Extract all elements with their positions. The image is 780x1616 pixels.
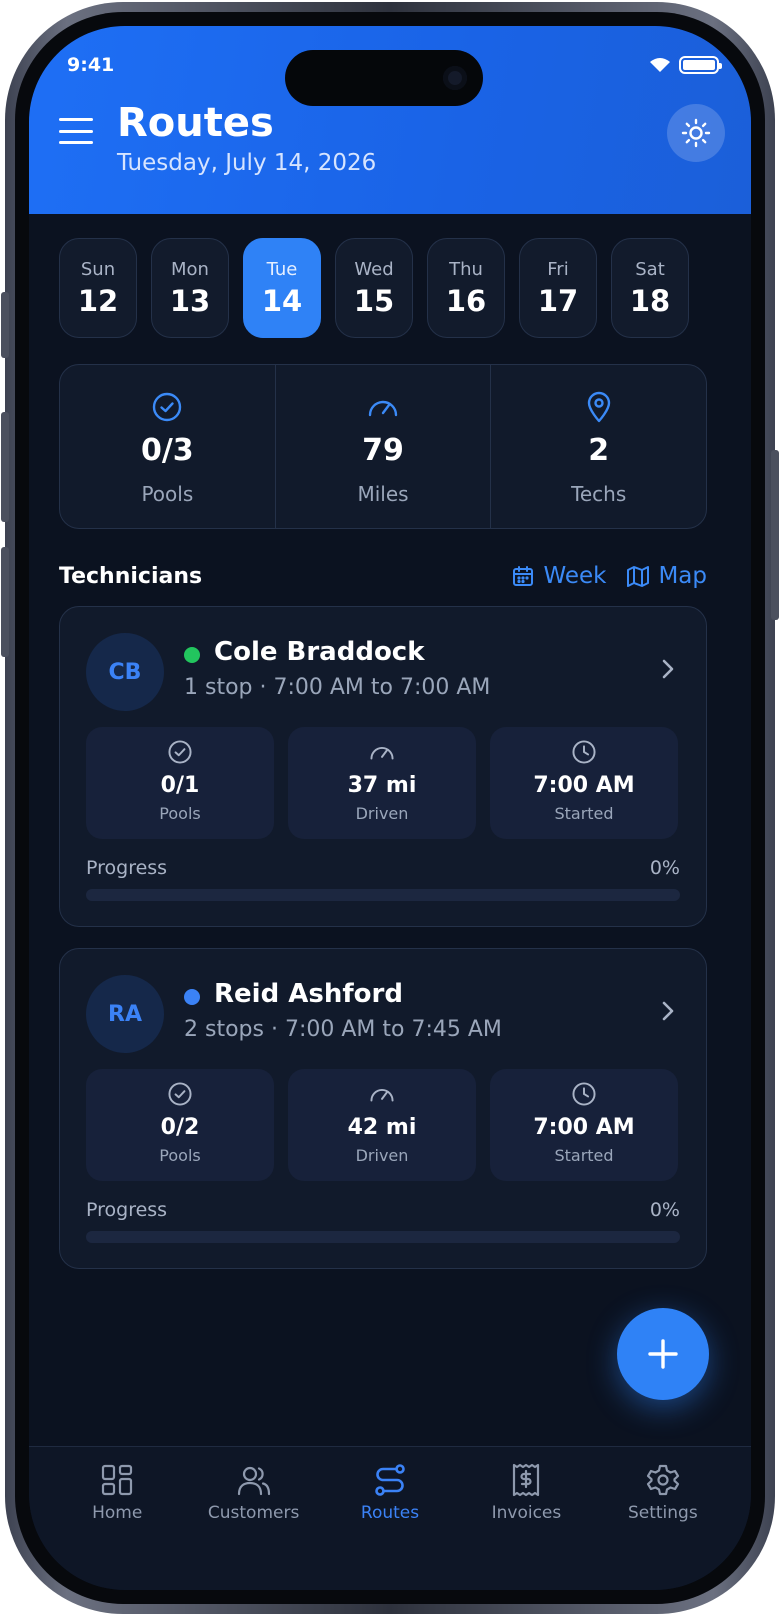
status-dot: [184, 989, 200, 1005]
week-link[interactable]: Week: [511, 563, 606, 589]
metric-pools: 0/1 Pools: [86, 727, 274, 839]
chevron-right-icon: [662, 1001, 674, 1021]
technician-name: Cole Braddock: [214, 637, 425, 667]
map-icon: [627, 566, 650, 587]
progress-percent: 0%: [649, 857, 680, 879]
plus-icon: [648, 1339, 678, 1369]
gauge-icon: [370, 747, 394, 760]
users-icon: [237, 1466, 270, 1496]
power-button: [771, 450, 779, 620]
wifi-icon: [650, 58, 670, 72]
gauge-icon: [370, 1089, 394, 1102]
status-icons: [649, 56, 722, 74]
tab-customers[interactable]: Customers: [185, 1447, 321, 1590]
theme-toggle-button[interactable]: [667, 104, 725, 162]
stat-techs: 2 Techs: [490, 365, 706, 528]
technician-card[interactable]: RA Reid Ashford 2 stops · 7:00 AM to 7:4…: [59, 948, 707, 1269]
progress-bar: [86, 889, 680, 901]
grid-icon: [102, 1464, 133, 1496]
week-day-selector: Sun 12 Mon 13 Tue 14 Wed 15 Thu 16 Fri 17 Sat 1…: [59, 238, 689, 338]
technician-schedule: 2 stops · 7:00 AM to 7:45 AM: [184, 1017, 502, 1042]
battery-icon: [679, 56, 722, 74]
stat-pools: 0/3 Pools: [60, 365, 275, 528]
stat-miles: 79 Miles: [274, 365, 491, 528]
tab-invoices[interactable]: Invoices: [458, 1447, 594, 1590]
menu-button[interactable]: [59, 118, 93, 144]
map-link[interactable]: Map: [626, 563, 707, 589]
progress-percent: 0%: [649, 1199, 680, 1221]
status-dot: [184, 647, 200, 663]
metric-pools: 0/2 Pools: [86, 1069, 274, 1181]
technicians-section-header: Technicians Week Map: [59, 561, 707, 591]
day-wed[interactable]: Wed 15: [335, 238, 413, 338]
avatar: CB: [86, 633, 164, 711]
metric-driven: 37 mi Driven: [288, 727, 476, 839]
tab-settings[interactable]: Settings: [595, 1447, 731, 1590]
page-title: Routes: [117, 100, 274, 146]
progress-label: Progress: [86, 857, 168, 879]
check-circle-icon: [153, 392, 182, 422]
metric-driven: 42 mi Driven: [288, 1069, 476, 1181]
avatar: RA: [86, 975, 164, 1053]
tab-home[interactable]: Home: [49, 1447, 185, 1590]
day-mon[interactable]: Mon 13: [151, 238, 229, 338]
metric-started: 7:00 AM Started: [490, 727, 678, 839]
technician-schedule: 1 stop · 7:00 AM to 7:00 AM: [184, 675, 491, 700]
screen: 9:41 Routes Tuesday, July 14, 2026 Sun 1…: [29, 26, 751, 1590]
sun-icon: [681, 118, 711, 148]
section-title: Technicians: [59, 563, 203, 589]
volume-up-button: [1, 412, 9, 522]
day-fri[interactable]: Fri 17: [519, 238, 597, 338]
add-route-button[interactable]: [617, 1308, 709, 1400]
check-circle-icon: [168, 740, 192, 764]
page-date: Tuesday, July 14, 2026: [117, 150, 377, 176]
day-sun[interactable]: Sun 12: [59, 238, 137, 338]
gear-icon: [646, 1464, 679, 1496]
progress-bar: [86, 1231, 680, 1243]
progress-label: Progress: [86, 1199, 168, 1221]
summary-stats: 0/3 Pools 79 Miles 2 Techs: [59, 364, 707, 529]
status-time: 9:41: [67, 54, 115, 76]
map-pin-icon: [587, 391, 610, 423]
technician-card[interactable]: CB Cole Braddock 1 stop · 7:00 AM to 7:0…: [59, 606, 707, 927]
gauge-icon: [368, 400, 398, 417]
check-circle-icon: [168, 1082, 192, 1106]
clock-icon: [572, 1082, 596, 1106]
volume-down-button: [1, 547, 9, 657]
chevron-right-icon: [662, 659, 674, 679]
calendar-icon: [513, 566, 534, 586]
day-tue-selected[interactable]: Tue 14: [243, 238, 321, 338]
route-icon: [375, 1464, 405, 1496]
menu-icon: [59, 118, 93, 121]
dynamic-island: [285, 50, 483, 106]
tab-routes[interactable]: Routes: [322, 1447, 458, 1590]
technician-name: Reid Ashford: [214, 979, 403, 1009]
app-header: 9:41 Routes Tuesday, July 14, 2026: [29, 26, 751, 214]
day-thu[interactable]: Thu 16: [427, 238, 505, 338]
day-sat[interactable]: Sat 18: [611, 238, 689, 338]
bottom-tab-bar: Home Customers Routes Invoices Settings: [29, 1446, 751, 1590]
mute-switch: [1, 292, 9, 358]
metric-started: 7:00 AM Started: [490, 1069, 678, 1181]
phone-frame: 9:41 Routes Tuesday, July 14, 2026 Sun 1…: [1, 2, 779, 1614]
receipt-icon: [513, 1463, 540, 1497]
clock-icon: [572, 740, 596, 764]
